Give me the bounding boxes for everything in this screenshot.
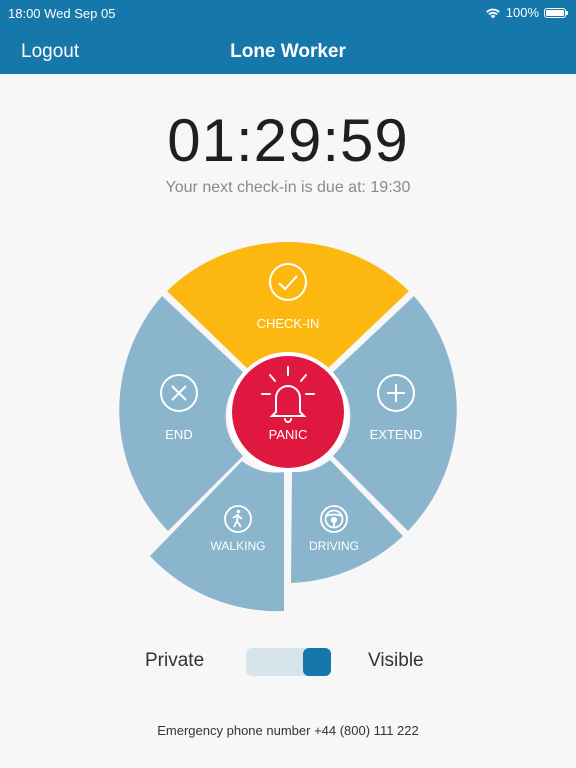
- panic-button[interactable]: PANIC: [228, 352, 348, 472]
- end-label: END: [165, 427, 192, 442]
- walking-label: WALKING: [211, 539, 266, 553]
- emergency-phone-text: Emergency phone number +44 (800) 111 222: [157, 723, 419, 738]
- visibility-toggle-knob[interactable]: [303, 648, 331, 676]
- visible-label: Visible: [368, 650, 424, 671]
- extend-label: EXTEND: [370, 427, 423, 442]
- private-label: Private: [145, 650, 205, 671]
- steering-wheel-icon: [320, 505, 348, 533]
- check-in-label: CHECK-IN: [257, 316, 320, 331]
- visibility-toggle[interactable]: [246, 648, 331, 676]
- driving-label: DRIVING: [309, 539, 359, 553]
- panic-label: PANIC: [269, 427, 308, 442]
